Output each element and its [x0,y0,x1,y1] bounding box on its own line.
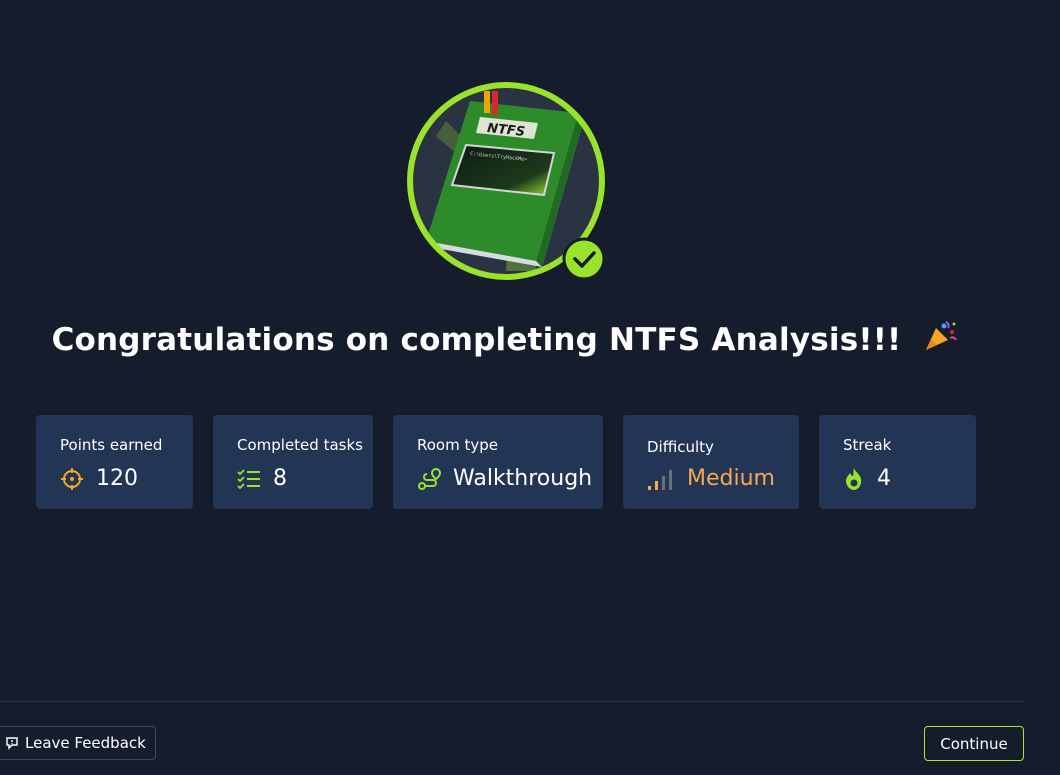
target-icon [61,467,83,490]
stat-label: Room type [417,436,498,454]
stat-streak: Streak 4 [819,415,976,509]
party-popper-icon [926,321,958,350]
continue-button[interactable]: Continue [924,726,1024,761]
stat-value: Walkthrough [453,466,593,491]
congratulations-title: Congratulations on completing NTFS Analy… [0,318,1010,358]
title-text: Congratulations on completing NTFS Analy… [51,322,902,358]
stat-label: Difficulty [647,438,714,456]
stat-room-type: Room type Walkthrough [393,415,603,509]
footer-divider [0,701,1024,702]
leave-feedback-button[interactable]: Leave Feedback [0,726,156,760]
stat-value: Medium [687,466,775,491]
stat-points-earned: Points earned 120 [36,415,193,509]
stat-label: Streak [843,436,892,454]
stat-value: 8 [273,466,287,491]
stat-label: Points earned [60,436,163,454]
stat-value: 120 [96,466,138,491]
leave-feedback-label: Leave Feedback [25,734,146,752]
stat-label: Completed tasks [237,436,363,454]
stat-value: 4 [877,466,891,491]
signal-bars-icon [648,469,672,490]
completed-check-icon [562,237,606,281]
checklist-icon [237,468,260,489]
route-icon [418,467,441,490]
flame-icon [846,467,862,490]
room-badge-icon: NTFS C:\Users\TryHackMe> [407,82,606,281]
feedback-icon [6,737,18,750]
stat-difficulty: Difficulty Medium [623,415,799,509]
stat-completed-tasks: Completed tasks 8 [213,415,373,509]
continue-label: Continue [940,734,1008,753]
